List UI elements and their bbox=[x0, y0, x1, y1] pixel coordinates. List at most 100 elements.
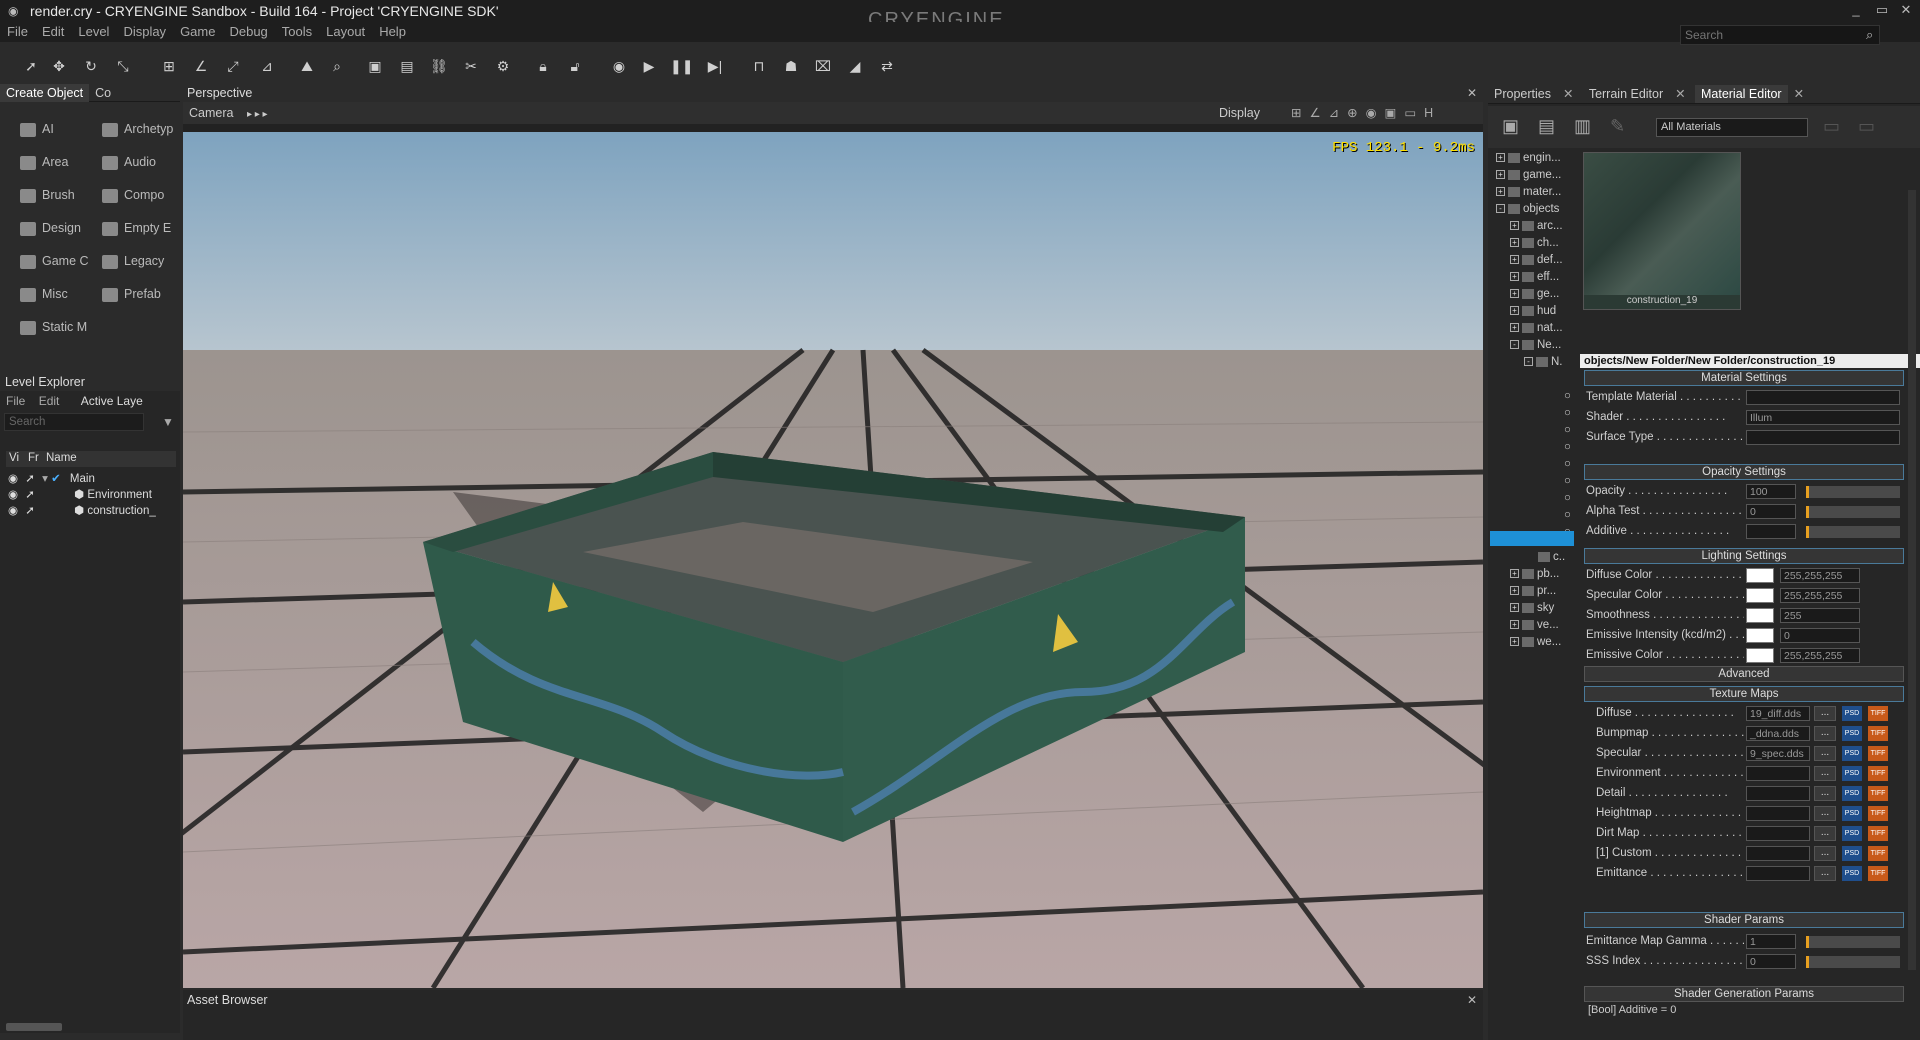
cursor-icon[interactable]: ➚ bbox=[25, 489, 35, 501]
tif-icon[interactable]: TIFF bbox=[1868, 866, 1888, 881]
browse-button[interactable]: ... bbox=[1814, 726, 1836, 741]
section-lighting-settings[interactable]: Lighting Settings bbox=[1584, 548, 1904, 564]
tree-node[interactable]: + ve... bbox=[1510, 619, 1559, 631]
move-tool-icon[interactable]: ✥ bbox=[48, 56, 70, 76]
property-value-input[interactable]: 0 bbox=[1746, 954, 1796, 969]
pick-material-icon[interactable]: ✎ bbox=[1610, 116, 1625, 137]
property-value-input[interactable]: 255,255,255 bbox=[1780, 588, 1860, 603]
psd-icon[interactable]: PSD bbox=[1842, 846, 1862, 861]
material-node-icon[interactable]: ○ bbox=[1564, 492, 1571, 504]
property-value-input[interactable]: 255,255,255 bbox=[1780, 568, 1860, 583]
group-icon[interactable]: ▣ bbox=[364, 56, 386, 76]
material-node-icon[interactable]: ○ bbox=[1564, 441, 1571, 453]
eye-icon[interactable]: ◉ bbox=[8, 473, 18, 485]
eye-icon[interactable]: ◉ bbox=[8, 505, 18, 517]
color-swatch[interactable] bbox=[1746, 568, 1774, 583]
game-mode-icon[interactable]: ◉ bbox=[608, 56, 630, 76]
camera-dropdown[interactable]: Camera bbox=[189, 106, 233, 120]
expand-icon[interactable]: ▾ bbox=[42, 473, 48, 485]
color-swatch[interactable] bbox=[1746, 648, 1774, 663]
create-item-area[interactable]: Area bbox=[20, 155, 68, 170]
col-frozen[interactable]: Fr bbox=[28, 452, 39, 464]
tree-node[interactable]: + arc... bbox=[1510, 220, 1563, 232]
create-item-component[interactable]: Compo bbox=[102, 188, 164, 203]
collapse-icon[interactable]: - bbox=[1510, 340, 1519, 350]
create-item-empty-entity[interactable]: Empty E bbox=[102, 221, 171, 236]
browse-button[interactable]: ... bbox=[1814, 866, 1836, 881]
tree-node[interactable]: + eff... bbox=[1510, 271, 1559, 283]
minimize-button[interactable]: _ bbox=[1846, 2, 1866, 20]
property-value-input[interactable]: 9_spec.dds bbox=[1746, 746, 1810, 761]
asset-browser-close-icon[interactable]: ✕ bbox=[1467, 993, 1477, 1007]
create-item-prefab[interactable]: Prefab bbox=[102, 287, 161, 302]
col-visible[interactable]: Vi bbox=[9, 452, 19, 464]
lock-icon[interactable]: 🔒︎ bbox=[532, 56, 554, 76]
terrain-snap-icon[interactable]: ⛰ bbox=[296, 56, 318, 76]
select-tool-icon[interactable]: ➚ bbox=[20, 56, 42, 76]
collapse-icon[interactable]: - bbox=[1524, 357, 1533, 367]
tree-node[interactable]: - N. bbox=[1524, 356, 1563, 368]
explorer-menu-file[interactable]: File bbox=[6, 394, 25, 408]
expand-icon[interactable]: + bbox=[1496, 187, 1505, 197]
scale-tool-icon[interactable]: ⤡ bbox=[112, 56, 134, 76]
value-slider[interactable] bbox=[1806, 486, 1900, 498]
create-item-misc[interactable]: Misc bbox=[20, 287, 68, 302]
save-material-icon[interactable]: ▭ bbox=[1823, 116, 1840, 137]
tif-icon[interactable]: TIFF bbox=[1868, 806, 1888, 821]
property-value-input[interactable]: 0 bbox=[1780, 628, 1860, 643]
camera-arrow-icon[interactable]: ▸ ▸ ▸ bbox=[247, 109, 268, 120]
property-value-input[interactable] bbox=[1746, 846, 1810, 861]
create-item-game-component[interactable]: Game C bbox=[20, 254, 89, 269]
terrain-icon[interactable]: ◢ bbox=[844, 56, 866, 76]
tab-close-icon[interactable]: ✕ bbox=[1669, 84, 1691, 102]
tree-node[interactable]: + ge... bbox=[1510, 288, 1559, 300]
ungroup-icon[interactable]: ▤ bbox=[396, 56, 418, 76]
eye-icon[interactable]: ◉ bbox=[8, 489, 18, 501]
material-node-icon[interactable]: ○ bbox=[1564, 390, 1571, 402]
expand-icon[interactable]: + bbox=[1510, 238, 1519, 248]
explorer-menu-edit[interactable]: Edit bbox=[39, 394, 60, 408]
property-value-input[interactable] bbox=[1746, 390, 1900, 405]
menu-level[interactable]: Level bbox=[71, 22, 116, 41]
cursor-icon[interactable]: ➚ bbox=[25, 473, 35, 485]
expand-icon[interactable]: + bbox=[1510, 289, 1519, 299]
expand-icon[interactable]: + bbox=[1510, 272, 1519, 282]
section-material-settings[interactable]: Material Settings bbox=[1584, 370, 1904, 386]
value-slider[interactable] bbox=[1806, 526, 1900, 538]
section-texture-maps[interactable]: Texture Maps bbox=[1584, 686, 1904, 702]
expand-icon[interactable]: + bbox=[1510, 603, 1519, 613]
menu-game[interactable]: Game bbox=[173, 22, 222, 41]
maximize-button[interactable]: ▭ bbox=[1872, 2, 1892, 20]
tab-material-editor[interactable]: Material Editor bbox=[1694, 85, 1788, 103]
physics-icon[interactable]: ⚙ bbox=[492, 56, 514, 76]
expand-icon[interactable]: + bbox=[1510, 586, 1519, 596]
display-dropdown[interactable]: Display bbox=[1219, 106, 1260, 120]
property-value-input[interactable] bbox=[1746, 806, 1810, 821]
color-swatch[interactable] bbox=[1746, 608, 1774, 623]
search-icon[interactable]: ⌕ bbox=[1866, 27, 1873, 43]
browse-button[interactable]: ... bbox=[1814, 846, 1836, 861]
collapse-icon[interactable]: - bbox=[1496, 204, 1505, 214]
expand-icon[interactable]: + bbox=[1510, 306, 1519, 316]
property-value-input[interactable] bbox=[1746, 866, 1810, 881]
color-swatch[interactable] bbox=[1746, 588, 1774, 603]
layer-row[interactable]: ◉ ➚ ▾ ✔ Main bbox=[8, 471, 95, 485]
export-icon[interactable]: ⇄ bbox=[876, 56, 898, 76]
menu-debug[interactable]: Debug bbox=[222, 22, 274, 41]
tab-create-object[interactable]: Create Object bbox=[0, 84, 90, 102]
tab-terrain-editor[interactable]: Terrain Editor bbox=[1583, 85, 1669, 103]
browse-button[interactable]: ... bbox=[1814, 826, 1836, 841]
global-search-input[interactable] bbox=[1680, 25, 1880, 45]
menu-tools[interactable]: Tools bbox=[275, 22, 319, 41]
section-advanced[interactable]: Advanced bbox=[1584, 666, 1904, 682]
section-shader-params[interactable]: Shader Params bbox=[1584, 912, 1904, 928]
menu-file[interactable]: File bbox=[0, 22, 35, 41]
tif-icon[interactable]: TIFF bbox=[1868, 826, 1888, 841]
expand-icon[interactable]: + bbox=[1510, 221, 1519, 231]
browse-button[interactable]: ... bbox=[1814, 806, 1836, 821]
snap-scale-icon[interactable]: ⤢ bbox=[222, 56, 244, 76]
tab-close-icon[interactable]: ✕ bbox=[1557, 84, 1579, 102]
find-icon[interactable]: ⌕ bbox=[326, 56, 348, 76]
value-slider[interactable] bbox=[1806, 956, 1900, 968]
cursor-icon[interactable]: ➚ bbox=[25, 505, 35, 517]
